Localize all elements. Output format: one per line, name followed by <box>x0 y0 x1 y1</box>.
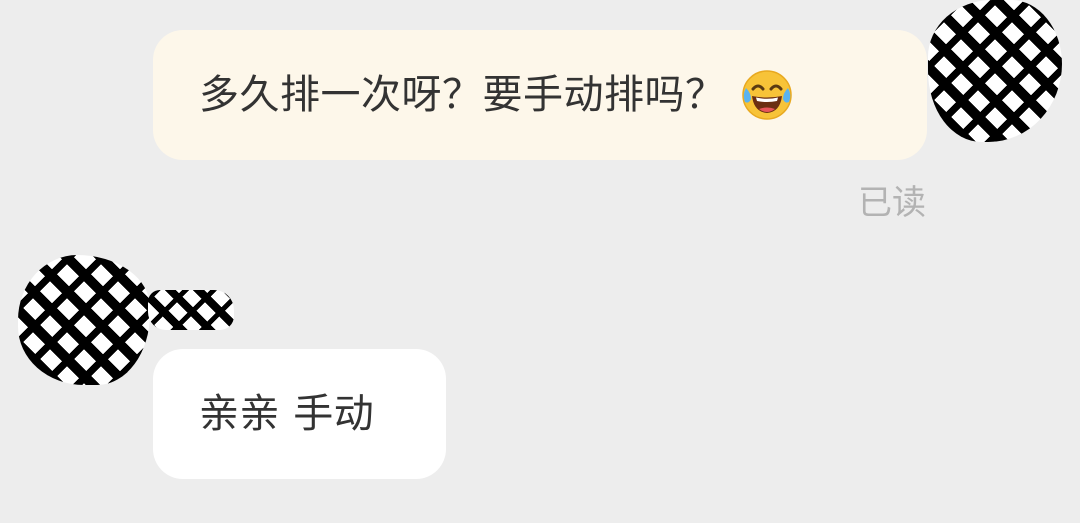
face-with-tears-of-joy-icon <box>740 68 794 122</box>
read-receipt: 已读 <box>858 183 926 223</box>
outgoing-message-bubble[interactable]: 多久排一次呀？要手动排吗？ <box>153 30 927 160</box>
outgoing-message-text: 多久排一次呀？要手动排吗？ <box>199 72 726 118</box>
contact-avatar[interactable] <box>18 255 150 385</box>
contact-name-redacted <box>148 290 234 330</box>
chat-area: 多久排一次呀？要手动排吗？ 已读 亲亲 手动 <box>0 0 1080 523</box>
incoming-message-bubble[interactable]: 亲亲 手动 <box>153 349 446 479</box>
incoming-message-text: 亲亲 手动 <box>199 391 375 437</box>
self-avatar[interactable] <box>928 0 1062 142</box>
